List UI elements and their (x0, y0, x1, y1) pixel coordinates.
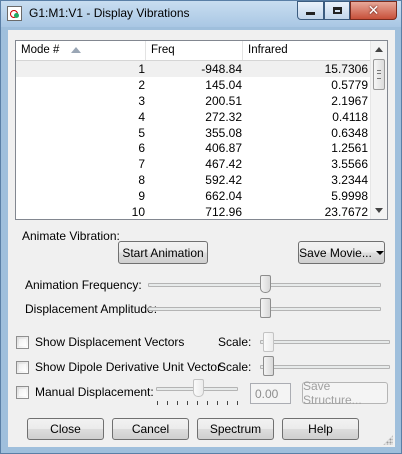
column-header-freq[interactable]: Freq (146, 41, 243, 60)
show-displacement-vectors-checkbox[interactable] (16, 336, 29, 349)
dropdown-arrow-icon (375, 250, 384, 255)
title-bar[interactable]: G1:M1:V1 - Display Vibrations ✕ (1, 1, 401, 27)
spectrum-button[interactable]: Spectrum (197, 418, 274, 440)
mode-cell: 7 (138, 157, 145, 172)
save-movie-button[interactable]: Save Movie... (298, 241, 385, 264)
close-window-button[interactable]: ✕ (350, 1, 397, 20)
freq-cell: -948.84 (201, 62, 242, 76)
scroll-up-arrow-icon[interactable] (375, 47, 383, 52)
infrared-cell: 3.5566 (331, 157, 368, 172)
freq-cell: 145.04 (205, 77, 242, 92)
gaussview-app-icon (7, 6, 22, 21)
infrared-cell: 0.4118 (332, 109, 368, 124)
maximize-button[interactable] (324, 1, 350, 20)
freq-cell: 467.42 (205, 157, 242, 172)
displacement-amplitude-label: Displacement Amplitude: (25, 302, 158, 316)
freq-cell: 200.51 (205, 93, 242, 108)
scroll-down-arrow-icon[interactable] (375, 208, 383, 213)
table-vertical-scrollbar[interactable] (370, 41, 387, 219)
minimize-button[interactable] (297, 1, 324, 20)
column-header-mode[interactable]: Mode # (16, 41, 146, 60)
window-title: G1:M1:V1 - Display Vibrations (29, 6, 190, 20)
show-displacement-vectors-label: Show Displacement Vectors (35, 335, 185, 349)
save-structure-button[interactable]: Save Structure... (302, 379, 388, 407)
modes-table[interactable]: Mode # Freq Infrared 1 -948.84 15.7306 2 145… (15, 40, 388, 220)
scroll-thumb[interactable] (373, 59, 385, 90)
table-row[interactable]: 5 355.08 0.6348 (16, 125, 371, 141)
freq-cell: 272.32 (205, 109, 242, 124)
table-row[interactable]: 7 467.42 3.5566 (16, 156, 371, 172)
infrared-cell: 0.5779 (331, 77, 368, 92)
table-row[interactable]: 8 592.42 3.2344 (16, 172, 371, 188)
table-row[interactable]: 1 -948.84 15.7306 (16, 61, 371, 77)
displacement-amplitude-slider[interactable] (259, 298, 271, 318)
mode-cell: 4 (138, 109, 145, 124)
freq-cell: 406.87 (205, 141, 242, 156)
table-row[interactable]: 3 200.51 2.1967 (16, 93, 371, 109)
manual-displacement-label: Manual Displacement: (35, 385, 154, 399)
infrared-cell: 1.2561 (331, 141, 368, 156)
infrared-cell: 0.6348 (331, 125, 368, 140)
freq-cell: 662.04 (205, 189, 242, 204)
mode-cell: 10 (131, 205, 145, 220)
mode-cell: 3 (138, 93, 145, 108)
column-header-infrared-label: Infrared (248, 44, 288, 56)
table-row[interactable]: 2 145.04 0.5779 (16, 77, 371, 93)
freq-cell: 355.08 (205, 125, 242, 140)
table-row[interactable]: 9 662.04 5.9998 (16, 188, 371, 204)
mode-cell: 5 (138, 125, 145, 140)
start-animation-button[interactable]: Start Animation (118, 241, 208, 264)
table-row[interactable]: 4 272.32 0.4118 (16, 109, 371, 125)
table-row[interactable]: 6 406.87 1.2561 (16, 140, 371, 156)
displacement-scale-label: Scale: (218, 335, 252, 349)
manual-displacement-checkbox[interactable] (16, 386, 29, 399)
help-button[interactable]: Help (282, 418, 359, 440)
infrared-cell: 3.2344 (331, 173, 368, 188)
animate-vibration-label: Animate Vibration: (22, 229, 120, 243)
maximize-icon (332, 7, 342, 14)
table-header: Mode # Freq Infrared (16, 41, 371, 61)
close-button[interactable]: Close (27, 418, 104, 440)
animation-frequency-label: Animation Frequency: (25, 278, 142, 292)
dipole-scale-label: Scale: (218, 360, 252, 374)
table-rows: 1 -948.84 15.7306 2 145.04 0.5779 3 200.51 2.196… (16, 61, 371, 220)
freq-cell: 592.42 (205, 173, 242, 188)
freq-cell: 712.96 (205, 205, 242, 220)
save-movie-label: Save Movie... (299, 245, 372, 260)
resize-grip-icon[interactable] (383, 435, 393, 445)
mode-cell: 1 (138, 62, 145, 76)
mode-cell: 2 (138, 77, 145, 92)
display-vibrations-window: G1:M1:V1 - Display Vibrations ✕ Mode # F… (0, 0, 402, 454)
animation-frequency-slider[interactable] (259, 275, 271, 293)
cancel-button[interactable]: Cancel (112, 418, 189, 440)
mode-cell: 8 (138, 173, 145, 188)
infrared-cell: 2.1967 (331, 93, 368, 108)
dialog-body: Mode # Freq Infrared 1 -948.84 15.7306 2 145… (8, 30, 395, 447)
manual-displacement-ticks (157, 401, 239, 405)
infrared-cell: 5.9998 (331, 189, 368, 204)
infrared-cell: 23.7672 (324, 205, 368, 220)
dipole-scale-track[interactable] (260, 365, 390, 369)
dipole-scale-slider[interactable] (263, 356, 274, 376)
manual-displacement-slider[interactable] (193, 379, 204, 397)
sort-ascending-icon (71, 47, 81, 53)
close-icon: ✕ (367, 2, 380, 19)
show-dipole-vector-checkbox[interactable] (16, 361, 29, 374)
displacement-scale-slider[interactable] (263, 332, 274, 352)
minimize-icon (306, 12, 315, 15)
infrared-cell: 15.7306 (324, 62, 368, 76)
manual-displacement-value-field[interactable]: 0.00 (250, 383, 291, 404)
column-header-infrared[interactable]: Infrared (243, 41, 371, 60)
column-header-mode-label: Mode # (21, 44, 60, 56)
mode-cell: 9 (138, 189, 145, 204)
mode-cell: 6 (138, 141, 145, 156)
table-row[interactable]: 10 712.96 23.7672 (16, 204, 371, 220)
column-header-freq-label: Freq (151, 44, 175, 56)
displacement-scale-track[interactable] (260, 340, 390, 344)
show-dipole-vector-label: Show Dipole Derivative Unit Vector (35, 360, 222, 374)
